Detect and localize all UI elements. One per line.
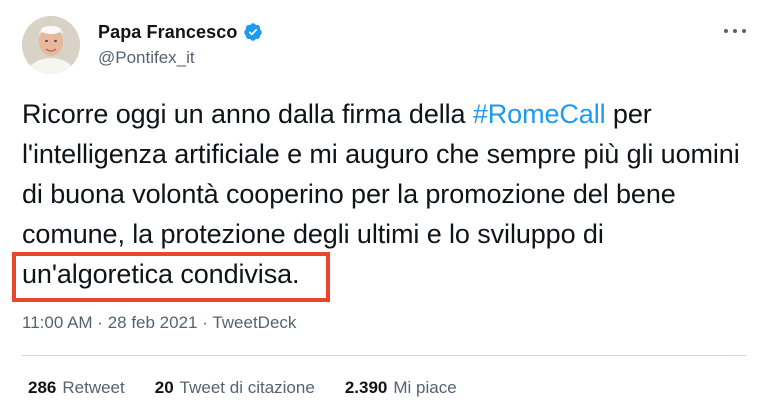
tweet-time[interactable]: 11:00 AM — [22, 313, 93, 332]
engagement-stats: 286 Retweet 20 Tweet di citazione 2.390 Mi … — [28, 378, 487, 398]
divider — [22, 355, 746, 356]
quotes-label: Tweet di citazione — [179, 378, 315, 397]
likes-label: Mi piace — [393, 378, 457, 397]
tweet-metadata: 11:00 AM · 28 feb 2021 · TweetDeck — [22, 313, 296, 333]
tweet-text-before: Ricorre oggi un anno dalla firma della — [22, 99, 473, 129]
tweet-source[interactable]: TweetDeck — [212, 313, 296, 332]
retweets-stat[interactable]: 286 Retweet — [28, 378, 125, 398]
meta-separator: · — [92, 313, 108, 332]
quotes-stat[interactable]: 20 Tweet di citazione — [155, 378, 315, 398]
likes-stat[interactable]: 2.390 Mi piace — [345, 378, 457, 398]
tweet-card: Papa Francesco @Pontifex_it Ricorre oggi… — [0, 0, 768, 420]
quotes-count: 20 — [154, 378, 174, 397]
more-options-icon[interactable] — [724, 24, 746, 38]
user-handle[interactable]: @Pontifex_it — [98, 48, 263, 68]
avatar[interactable] — [22, 16, 80, 74]
verified-badge-icon — [243, 22, 263, 42]
meta-separator: · — [197, 313, 213, 332]
highlight-annotation-box — [12, 252, 330, 302]
retweets-label: Retweet — [62, 378, 125, 397]
hashtag-link[interactable]: #RomeCall — [473, 99, 606, 129]
retweets-count: 286 — [28, 378, 57, 397]
author-header: Papa Francesco @Pontifex_it — [98, 20, 263, 68]
display-name-row: Papa Francesco — [98, 20, 263, 44]
pope-portrait-icon — [22, 16, 80, 74]
display-name[interactable]: Papa Francesco — [98, 22, 237, 43]
tweet-date[interactable]: 28 feb 2021 — [108, 313, 198, 332]
likes-count: 2.390 — [344, 378, 388, 397]
